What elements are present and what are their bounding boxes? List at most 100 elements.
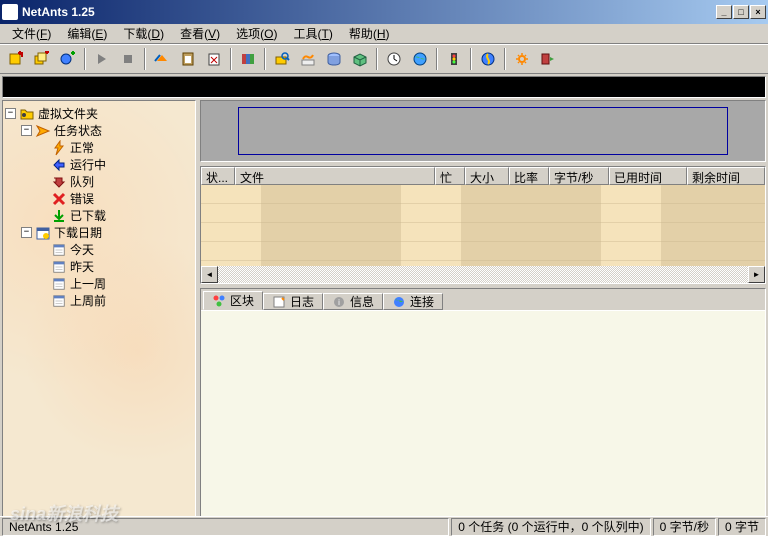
running-icon [51, 157, 67, 173]
collapse-icon[interactable]: − [5, 108, 16, 119]
col-remaining[interactable]: 剩余时间 [687, 167, 765, 185]
window-title: NetAnts 1.25 [22, 5, 716, 19]
close-button[interactable]: × [750, 5, 766, 19]
clock-icon[interactable] [382, 47, 406, 71]
tree-label: 上周前 [70, 292, 106, 309]
col-file[interactable]: 文件 [235, 167, 435, 185]
calendar-icon [51, 293, 67, 309]
add-batch-icon[interactable] [30, 47, 54, 71]
toolbar-separator [144, 48, 146, 70]
tree-downloaded[interactable]: 已下载 [5, 207, 193, 224]
tree-running[interactable]: 运行中 [5, 156, 193, 173]
open-url-icon[interactable] [296, 47, 320, 71]
status-tasks: 0 个任务 (0 个运行中，0 个队列中) [451, 518, 650, 536]
calendar-icon [51, 242, 67, 258]
tab-label: 信息 [350, 293, 374, 310]
status-bar: NetAnts 1.25 0 个任务 (0 个运行中，0 个队列中) 0 字节/… [0, 516, 768, 536]
disk-icon[interactable] [322, 47, 346, 71]
tree-lastweek[interactable]: 上一周 [5, 275, 193, 292]
scroll-left-icon[interactable]: ◄ [201, 266, 218, 283]
tree-status[interactable]: − 任务状态 [5, 122, 193, 139]
menu-bar: 文件(F) 编辑(E) 下载(D) 查看(V) 选项(O) 工具(T) 帮助(H… [0, 24, 768, 44]
col-speed[interactable]: 字节/秒 [549, 167, 609, 185]
progress-band [2, 76, 766, 98]
app-icon [2, 4, 18, 20]
tab-connection[interactable]: 连接 [383, 293, 443, 310]
globe-icon[interactable] [408, 47, 432, 71]
menu-help[interactable]: 帮助(H) [341, 23, 398, 44]
add-url-icon[interactable] [56, 47, 80, 71]
toolbar-separator [230, 48, 232, 70]
delete-icon[interactable] [202, 47, 226, 71]
collapse-icon[interactable]: − [21, 227, 32, 238]
box-icon[interactable] [348, 47, 372, 71]
settings-icon[interactable] [510, 47, 534, 71]
list-header: 状... 文件 忙 大小 比率 字节/秒 已用时间 剩余时间 [201, 167, 765, 185]
queue-icon [51, 174, 67, 190]
tab-info[interactable]: i 信息 [323, 293, 383, 310]
tab-label: 连接 [410, 293, 434, 310]
banner-box [238, 107, 728, 155]
books-icon[interactable] [236, 47, 260, 71]
tree-label: 队列 [70, 173, 94, 190]
tree-normal[interactable]: 正常 [5, 139, 193, 156]
maximize-button[interactable]: □ [733, 5, 749, 19]
blocks-icon [212, 294, 226, 308]
toolbar-separator [470, 48, 472, 70]
stop-icon[interactable] [116, 47, 140, 71]
tree-yesterday[interactable]: 昨天 [5, 258, 193, 275]
menu-view[interactable]: 查看(V) [172, 23, 228, 44]
traffic-icon[interactable] [442, 47, 466, 71]
tree-queue[interactable]: 队列 [5, 173, 193, 190]
tree: − 虚拟文件夹 − 任务状态 正常 运行中 队列 错误 已下载 − 下载日期 今… [3, 101, 195, 313]
col-busy[interactable]: 忙 [435, 167, 465, 185]
tree-label: 今天 [70, 241, 94, 258]
browser-icon[interactable] [476, 47, 500, 71]
status-main: NetAnts 1.25 [2, 518, 449, 536]
toolbar [0, 44, 768, 74]
tree-older[interactable]: 上周前 [5, 292, 193, 309]
log-icon [272, 295, 286, 309]
exit-icon[interactable] [536, 47, 560, 71]
menu-file[interactable]: 文件(F) [4, 23, 59, 44]
tree-root[interactable]: − 虚拟文件夹 [5, 105, 193, 122]
connection-icon [392, 295, 406, 309]
tree-today[interactable]: 今天 [5, 241, 193, 258]
move-up-icon[interactable] [150, 47, 174, 71]
menu-options[interactable]: 选项(O) [228, 23, 285, 44]
toolbar-separator [504, 48, 506, 70]
add-single-icon[interactable] [4, 47, 28, 71]
tree-dates[interactable]: − 下载日期 [5, 224, 193, 241]
tree-error[interactable]: 错误 [5, 190, 193, 207]
scroll-right-icon[interactable]: ► [748, 266, 765, 283]
col-ratio[interactable]: 比率 [509, 167, 549, 185]
collapse-icon[interactable]: − [21, 125, 32, 136]
tab-log[interactable]: 日志 [263, 293, 323, 310]
menu-tools[interactable]: 工具(T) [285, 23, 340, 44]
window-controls: _ □ × [716, 5, 766, 19]
status-bytes: 0 字节 [718, 518, 766, 536]
list-body[interactable] [201, 185, 765, 266]
explore-icon[interactable] [270, 47, 294, 71]
sidebar-tree[interactable]: − 虚拟文件夹 − 任务状态 正常 运行中 队列 错误 已下载 − 下载日期 今… [2, 100, 196, 518]
tree-label: 错误 [70, 190, 94, 207]
col-size[interactable]: 大小 [465, 167, 509, 185]
tree-label: 运行中 [70, 156, 106, 173]
tab-blocks[interactable]: 区块 [203, 291, 263, 310]
status-icon [35, 123, 51, 139]
horizontal-scrollbar[interactable]: ◄ ► [201, 266, 765, 283]
calendar-group-icon [35, 225, 51, 241]
col-status[interactable]: 状... [201, 167, 235, 185]
tree-label: 正常 [70, 139, 94, 156]
toolbar-separator [436, 48, 438, 70]
play-icon[interactable] [90, 47, 114, 71]
scroll-track[interactable] [218, 266, 748, 283]
lightning-icon [51, 140, 67, 156]
minimize-button[interactable]: _ [716, 5, 732, 19]
paste-icon[interactable] [176, 47, 200, 71]
tab-content [201, 311, 765, 517]
menu-edit[interactable]: 编辑(E) [59, 23, 115, 44]
menu-download[interactable]: 下载(D) [115, 23, 172, 44]
info-icon: i [332, 295, 346, 309]
col-elapsed[interactable]: 已用时间 [609, 167, 687, 185]
